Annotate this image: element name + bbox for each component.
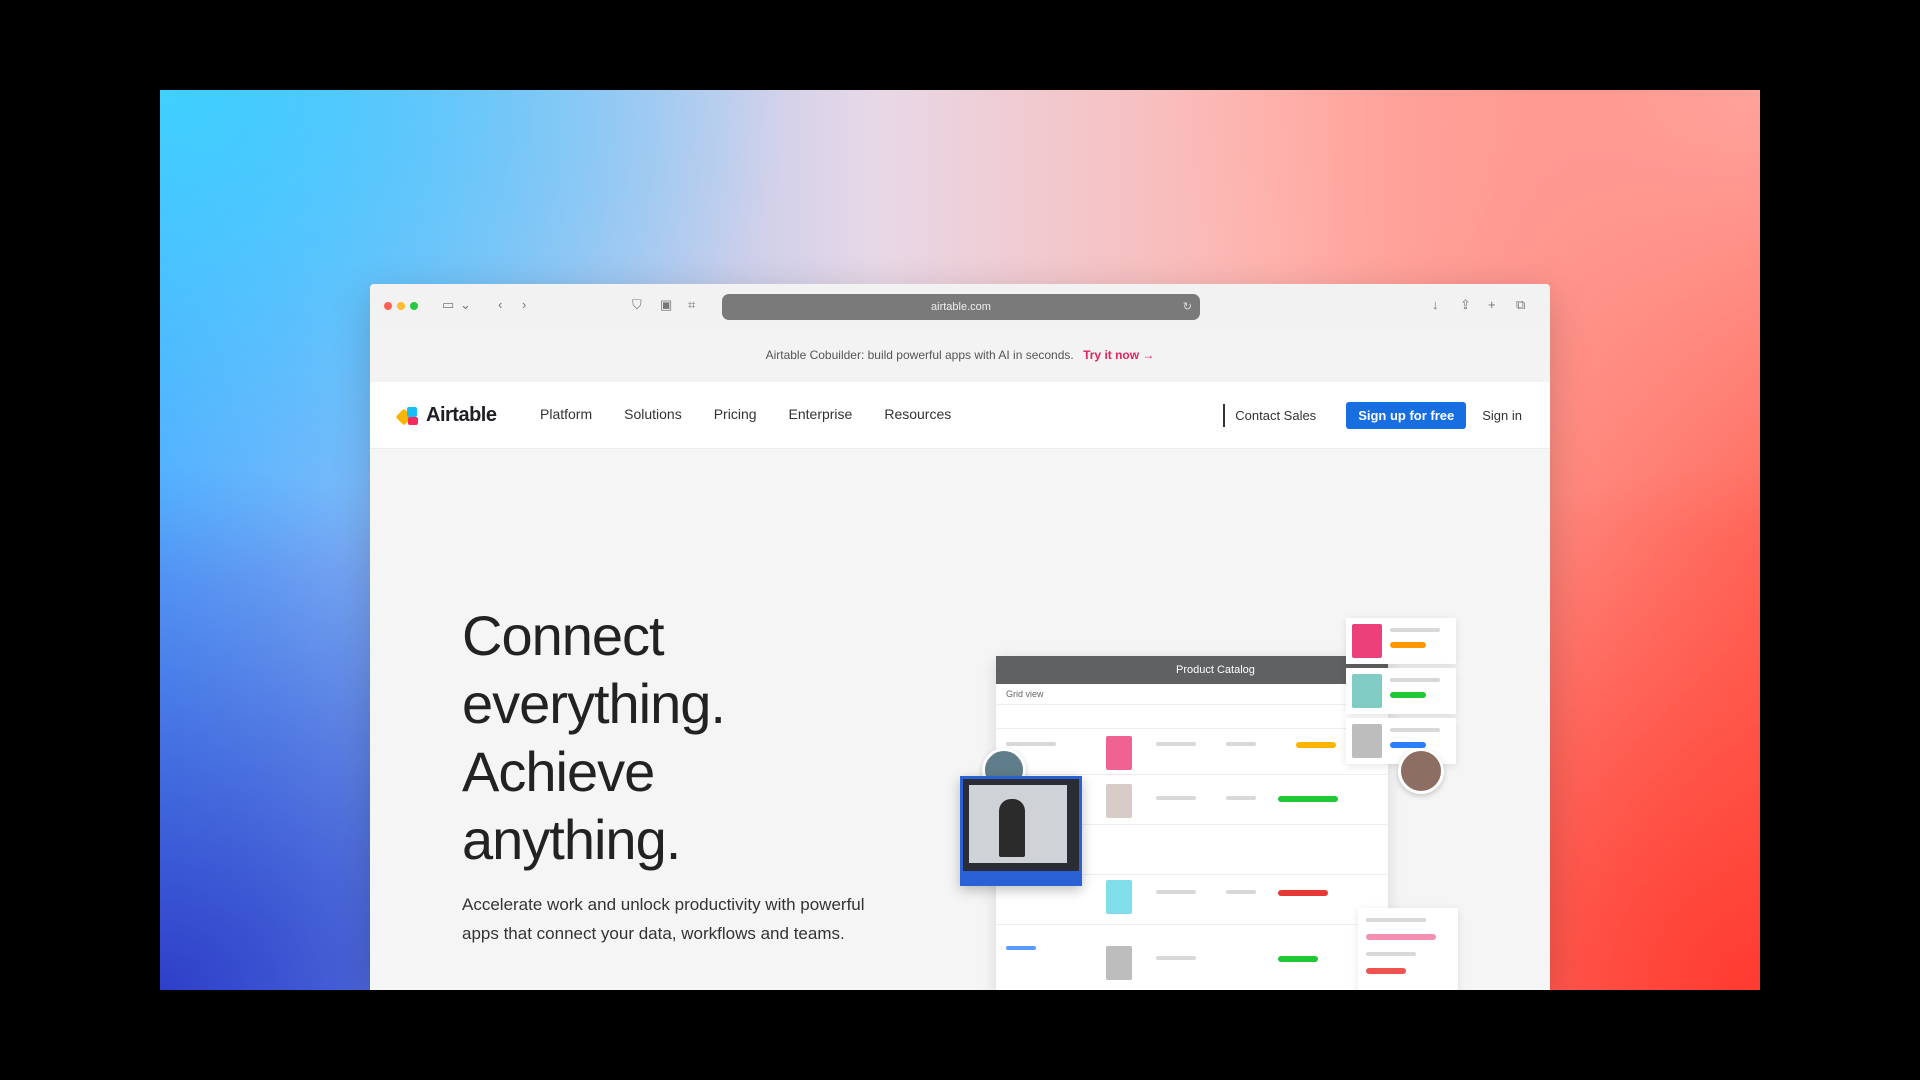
nav-link-resources[interactable]: Resources [884, 406, 951, 422]
maximize-window-button[interactable] [410, 302, 418, 310]
nav-link-platform[interactable]: Platform [540, 406, 592, 422]
announcement-text: Airtable Cobuilder: build powerful apps … [765, 348, 1074, 362]
hero-title-line: anything. [462, 808, 681, 871]
sign-in-link[interactable]: Sign in [1482, 408, 1522, 423]
video-call-window [960, 776, 1082, 886]
airtable-logo-icon [395, 405, 420, 427]
announcement-link[interactable]: Try it now → [1083, 348, 1154, 362]
video-participant [999, 799, 1025, 857]
product-thumbnail [1106, 880, 1132, 914]
logo-text: Airtable [426, 404, 497, 426]
nav-links: Platform Solutions Pricing Enterprise Re… [540, 406, 983, 422]
close-window-button[interactable] [384, 302, 392, 310]
airtable-logo[interactable]: Airtable [395, 404, 497, 427]
product-illustration: Product Catalog Grid view [960, 618, 1498, 990]
share-icon[interactable]: ⇪ [1460, 296, 1471, 314]
illustration-window-title: Product Catalog [1176, 664, 1255, 676]
address-bar[interactable]: airtable.com ↻ [722, 294, 1200, 320]
nav-link-solutions[interactable]: Solutions [624, 406, 682, 422]
collaborator-avatar [1398, 748, 1444, 794]
minimize-window-button[interactable] [397, 302, 405, 310]
browser-toolbar: ▭ ⌄ ‹ › ⛉ ▣ ⌗ airtable.com ↻ ↓ ⇪ + ⧉ [370, 284, 1550, 329]
hero-title-line: everything. [462, 672, 726, 735]
hero-subtitle: Accelerate work and unlock productivity … [462, 895, 865, 943]
announcement-banner: Airtable Cobuilder: build powerful apps … [370, 328, 1550, 382]
contact-sales-button[interactable]: Contact Sales [1223, 404, 1326, 427]
url-text: airtable.com [931, 301, 991, 313]
tabs-overview-icon[interactable]: ⧉ [1516, 296, 1525, 314]
product-thumbnail [1106, 784, 1132, 818]
detail-panel [1358, 908, 1458, 990]
product-thumbnail [1106, 736, 1132, 770]
desktop-background: ▭ ⌄ ‹ › ⛉ ▣ ⌗ airtable.com ↻ ↓ ⇪ + ⧉ Air… [160, 90, 1760, 990]
product-card [1346, 618, 1456, 664]
hero-title-line: Connect [462, 604, 665, 667]
sidebar-icon[interactable]: ▭ [442, 296, 454, 314]
nav-actions: Contact Sales Sign up for free Sign in [1223, 402, 1522, 429]
download-icon[interactable]: ↓ [1432, 296, 1439, 314]
plus-icon[interactable]: + [1488, 296, 1496, 314]
back-icon[interactable]: ‹ [498, 296, 502, 314]
illustration-view-tab: Grid view [996, 684, 1388, 705]
sign-up-button[interactable]: Sign up for free [1346, 402, 1467, 429]
illustration-window-header: Product Catalog [996, 656, 1388, 684]
bookmark-icon[interactable]: ⌗ [688, 296, 695, 314]
reload-icon[interactable]: ↻ [1183, 294, 1192, 320]
product-thumbnail [1106, 946, 1132, 980]
nav-link-pricing[interactable]: Pricing [714, 406, 757, 422]
shield-icon[interactable]: ⛉ [632, 296, 642, 314]
chevron-down-icon[interactable]: ⌄ [460, 296, 471, 314]
hero-title-line: Achieve [462, 740, 655, 803]
nav-link-enterprise[interactable]: Enterprise [789, 406, 853, 422]
browser-window: ▭ ⌄ ‹ › ⛉ ▣ ⌗ airtable.com ↻ ↓ ⇪ + ⧉ Air… [370, 284, 1550, 990]
forward-icon[interactable]: › [522, 296, 526, 314]
site-nav: Airtable Platform Solutions Pricing Ente… [370, 382, 1550, 449]
hero-title: Connect everything. Achieve anything. [462, 602, 882, 874]
product-card [1346, 668, 1456, 714]
tab-icon[interactable]: ▣ [660, 296, 672, 314]
